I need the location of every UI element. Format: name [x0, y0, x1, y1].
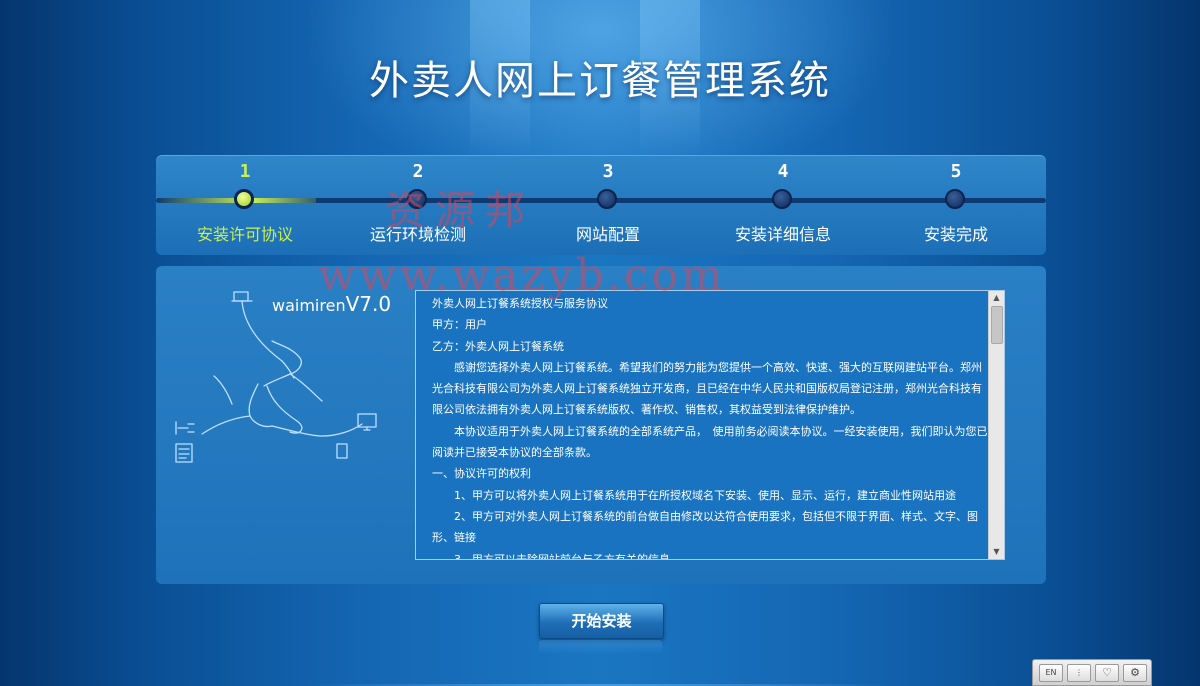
step-label: 安装详细信息 — [734, 225, 831, 244]
product-name: waimiren — [272, 296, 346, 315]
page-title: 外卖人网上订餐管理系统 — [369, 58, 831, 104]
license-line: 乙方：外卖人网上订餐系统 — [432, 339, 564, 353]
step-number: 4 — [777, 161, 789, 182]
license-line: 外卖人网上订餐系统授权与服务协议 — [432, 297, 608, 310]
settings-gear-icon[interactable]: ⚙ — [1123, 664, 1147, 682]
step-complete: 5 安装完成 — [866, 155, 1046, 255]
product-logo: waimirenV7.0 — [272, 292, 391, 316]
content-panel: waimirenV7.0 外卖人网上订餐系统授权与服务协议 甲方：用户 乙方：外… — [156, 266, 1046, 584]
product-version: V7.0 — [345, 292, 392, 316]
step-environment-check: 2 运行环境检测 — [328, 155, 508, 255]
step-site-config: 3 网站配置 — [518, 155, 698, 255]
step-label: 安装完成 — [923, 225, 988, 244]
license-line: 2、甲方可对外卖人网上订餐系统的前台做自由修改以达符合使用要求，包括但不限于界面… — [432, 509, 978, 545]
install-steps: 1 安装许可协议 2 运行环境检测 3 网站配置 4 安装详细信息 5 安装完成 — [156, 155, 1046, 255]
step-license: 1 安装许可协议 — [155, 155, 335, 255]
scroll-up-arrow-icon[interactable]: ▲ — [989, 291, 1004, 305]
button-reflection — [539, 640, 662, 654]
license-line: 3、甲方可以去除网站前台与乙方有关的信息 — [454, 552, 670, 560]
license-line: 1、甲方可以将外卖人网上订餐系统用于在所授权域名下安装、使用、显示、运行，建立商… — [454, 488, 956, 502]
step-number: 1 — [239, 161, 251, 182]
license-line: 一、协议许可的权利 — [432, 467, 531, 481]
scrollbar-thumb[interactable] — [991, 306, 1003, 344]
favorite-heart-icon[interactable]: ♡ — [1095, 664, 1119, 682]
step-install-details: 4 安装详细信息 — [693, 155, 873, 255]
step-indicator-icon — [234, 189, 254, 209]
license-line: 本协议适用于外卖人网上订餐系统的全部系统产品， 使用前务必阅读本协议。一经安装使… — [432, 424, 988, 460]
license-scrollbar[interactable]: ▲ ▼ — [988, 291, 1004, 559]
step-label: 运行环境检测 — [369, 225, 466, 244]
floating-toolbar: EN ⋮ ♡ ⚙ — [1032, 659, 1152, 686]
step-indicator-icon — [945, 189, 965, 209]
license-text: 外卖人网上订餐系统授权与服务协议 甲方：用户 乙方：外卖人网上订餐系统 感谢您选… — [416, 291, 1004, 560]
step-indicator-icon — [407, 189, 427, 209]
step-number: 2 — [412, 161, 424, 182]
scroll-down-arrow-icon[interactable]: ▼ — [989, 545, 1004, 559]
license-agreement-box[interactable]: 外卖人网上订餐系统授权与服务协议 甲方：用户 乙方：外卖人网上订餐系统 感谢您选… — [415, 290, 1005, 560]
step-indicator-icon — [772, 189, 792, 209]
start-install-button[interactable]: 开始安装 — [539, 603, 664, 639]
step-number: 3 — [602, 161, 614, 182]
more-options-icon[interactable]: ⋮ — [1067, 664, 1091, 682]
step-indicator-icon — [597, 189, 617, 209]
step-label: 安装许可协议 — [196, 225, 293, 244]
step-number: 5 — [950, 161, 962, 182]
language-button[interactable]: EN — [1039, 664, 1063, 682]
license-line: 甲方：用户 — [432, 318, 487, 332]
step-label: 网站配置 — [575, 225, 640, 244]
license-line: 感谢您选择外卖人网上订餐系统。希望我们的努力能为您提供一个高效、快速、强大的互联… — [432, 360, 982, 417]
